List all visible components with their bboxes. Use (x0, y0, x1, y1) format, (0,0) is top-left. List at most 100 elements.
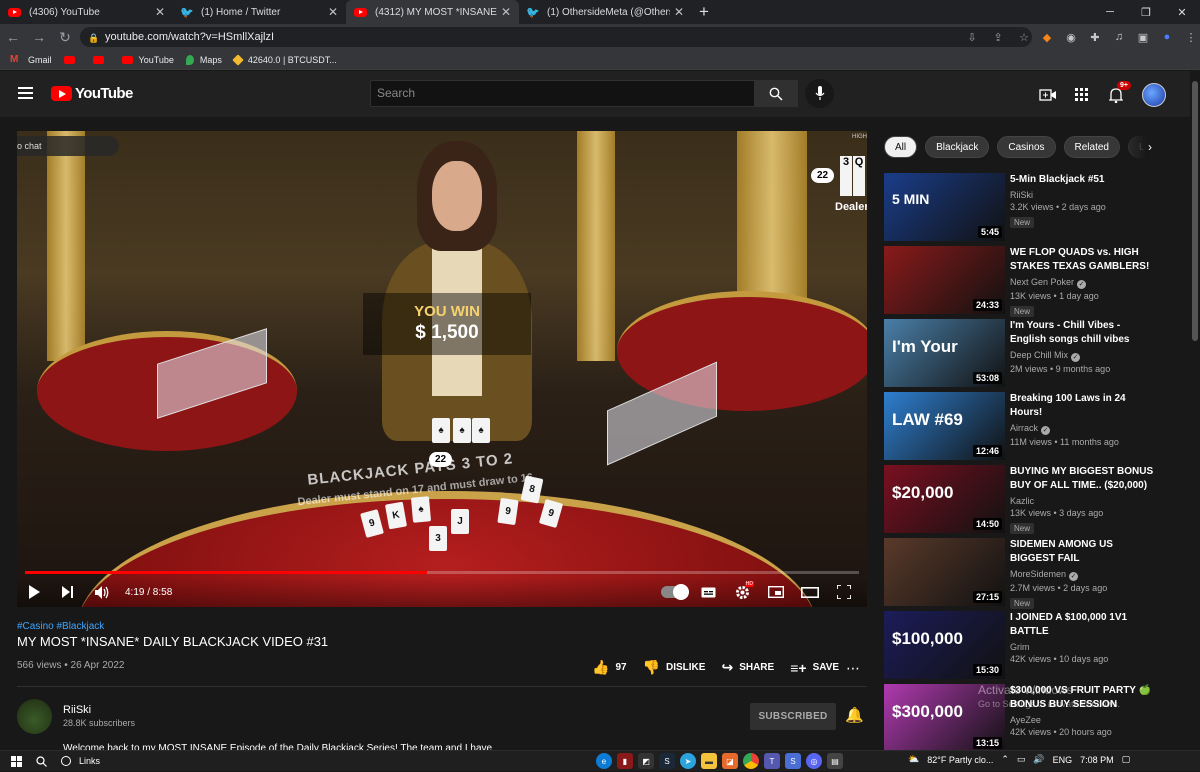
install-icon[interactable]: ⇩ (960, 27, 984, 47)
channel-name[interactable]: RiiSki (63, 704, 91, 716)
related-video[interactable]: LAW #69 12:46 Breaking 100 Laws in 24 Hour… (884, 392, 1154, 465)
video-player[interactable]: ♠ ♠ ♠ BLACKJACK PAYS 3 TO 2 Dealer must … (17, 131, 867, 607)
taskbar-search[interactable]: Links (36, 755, 100, 767)
video-hashtags[interactable]: #Casino #Blackjack (17, 621, 104, 632)
filter-chip[interactable]: Casinos (997, 136, 1056, 158)
menu-hamburger-icon[interactable] (18, 87, 33, 99)
related-video[interactable]: $20,000 14:50 BUYING MY BIGGEST BONUS BUY … (884, 465, 1154, 538)
like-button[interactable]: 👍 97 (592, 659, 627, 676)
chevron-right-icon[interactable]: › (1148, 140, 1152, 154)
page-scrollbar[interactable] (1190, 71, 1200, 750)
profile-avatar-icon[interactable]: ● (1156, 27, 1178, 47)
related-video-title[interactable]: SIDEMEN AMONG US BIGGEST FAIL (1010, 538, 1154, 566)
related-video[interactable]: $100,000 15:30 I JOINED A $100,000 1V1 BAT… (884, 611, 1154, 684)
video-thumbnail[interactable]: LAW #69 12:46 (884, 392, 1005, 460)
video-thumbnail[interactable]: $100,000 15:30 (884, 611, 1005, 679)
notifications-button[interactable]: 9+ (1104, 81, 1131, 106)
app-icon[interactable]: ◩ (638, 753, 654, 769)
tab-close-icon[interactable]: ✕ (674, 5, 684, 19)
video-thumbnail[interactable]: 24:33 (884, 246, 1005, 314)
related-video-channel[interactable]: Grim (1010, 642, 1154, 652)
browser-tab[interactable]: 🐦 (1) OthersideMeta (@OthersideM ✕ (519, 0, 692, 24)
filter-chip[interactable]: All (884, 136, 918, 158)
search-input[interactable]: Search (370, 80, 755, 107)
settings-button[interactable]: HD (725, 577, 759, 607)
fullscreen-button[interactable] (827, 577, 861, 607)
related-video[interactable]: 24:33 WE FLOP QUADS vs. HIGH STAKES TEXAS… (884, 246, 1154, 319)
app-icon[interactable]: ▤ (827, 753, 843, 769)
url-field[interactable]: 🔒 youtube.com/watch?v=HSmllXajlzI (80, 27, 1032, 47)
edge-icon[interactable]: e (596, 753, 612, 769)
filter-chip[interactable]: Blackjack (925, 136, 990, 158)
app-icon[interactable]: ▮ (617, 753, 633, 769)
related-video-title[interactable]: I'm Yours - Chill Vibes - English songs … (1010, 319, 1154, 347)
more-actions-icon[interactable]: ⋯ (846, 660, 861, 677)
tab-close-icon[interactable]: ✕ (155, 5, 165, 19)
bookmark-item[interactable] (63, 55, 81, 64)
related-video-channel[interactable]: AyeZee (1010, 715, 1154, 725)
related-video-channel[interactable]: Next Gen Poker ✓ (1010, 277, 1154, 289)
related-video[interactable]: 5 MIN 5:45 5-Min Blackjack #51 RiiSki 3.2K v… (884, 173, 1154, 246)
extension-circle-icon[interactable]: ◉ (1060, 27, 1082, 47)
tab-close-icon[interactable]: ✕ (328, 5, 338, 19)
weather-text[interactable]: 82°F Partly clo... (927, 755, 993, 765)
bookmark-star-icon[interactable]: ☆ (1012, 27, 1036, 47)
share-button[interactable]: ↪ SHARE (721, 659, 774, 676)
speaker-icon[interactable]: 🔊 (1033, 754, 1044, 765)
show-chat-button[interactable]: o chat (17, 136, 119, 156)
related-video-channel[interactable]: MoreSidemen ✓ (1010, 569, 1154, 581)
miniplayer-button[interactable] (759, 577, 793, 607)
bookmark-item[interactable]: YouTube (121, 55, 174, 65)
metamask-icon[interactable]: ◆ (1036, 27, 1058, 47)
browser-tab[interactable]: 🐦 (1) Home / Twitter ✕ (173, 0, 346, 24)
theater-mode-button[interactable] (793, 577, 827, 607)
taskbar-links[interactable]: Links (61, 756, 100, 766)
telegram-icon[interactable]: ➤ (680, 753, 696, 769)
play-button[interactable] (17, 577, 51, 607)
close-window-icon[interactable]: ✕ (1164, 0, 1200, 24)
tray-chevron-icon[interactable]: ⌃ (1001, 754, 1009, 765)
browser-tab[interactable]: (4312) MY MOST *INSANE* DAILY ✕ (346, 0, 519, 24)
media-control-icon[interactable]: ♫ (1108, 27, 1130, 47)
related-video-channel[interactable]: Deep Chill Mix ✓ (1010, 350, 1154, 362)
related-video-title[interactable]: I JOINED A $100,000 1V1 BATTLE (1010, 611, 1154, 639)
forward-icon[interactable]: → (26, 24, 52, 50)
search-button[interactable] (754, 80, 798, 107)
dislike-button[interactable]: 👎 DISLIKE (643, 659, 706, 676)
voice-search-button[interactable] (805, 79, 834, 108)
share-page-icon[interactable]: ⇪ (986, 27, 1010, 47)
teams-icon[interactable]: T (764, 753, 780, 769)
browser-menu-icon[interactable]: ⋮ (1180, 27, 1200, 47)
clock[interactable]: 7:08 PM (1080, 755, 1114, 765)
video-thumbnail[interactable]: I'm Your 53:08 (884, 319, 1005, 387)
filter-chip[interactable]: Related (1063, 136, 1120, 158)
side-panel-icon[interactable]: ▣ (1132, 27, 1154, 47)
chrome-icon[interactable] (743, 753, 759, 769)
related-video[interactable]: I'm Your 53:08 I'm Yours - Chill Vibes - E… (884, 319, 1154, 392)
next-button[interactable] (51, 577, 85, 607)
volume-button[interactable] (85, 577, 119, 607)
related-video-channel[interactable]: Kazlic (1010, 496, 1154, 506)
related-video-title[interactable]: WE FLOP QUADS vs. HIGH STAKES TEXAS GAMB… (1010, 246, 1154, 274)
network-icon[interactable]: ▭ (1017, 754, 1026, 765)
subtitles-button[interactable] (691, 577, 725, 607)
notification-bell-icon[interactable]: 🔔 (845, 706, 864, 724)
subscribed-button[interactable]: SUBSCRIBED (750, 703, 836, 730)
video-thumbnail[interactable]: 27:15 (884, 538, 1005, 606)
scrollbar-thumb[interactable] (1192, 81, 1198, 341)
app-icon[interactable]: S (785, 753, 801, 769)
bookmark-item[interactable]: Maps (185, 54, 222, 65)
notification-center-icon[interactable]: ▢ (1122, 754, 1131, 765)
channel-avatar[interactable] (17, 699, 52, 734)
restore-icon[interactable]: ❐ (1128, 0, 1164, 24)
related-video-channel[interactable]: RiiSki (1010, 190, 1154, 200)
back-icon[interactable]: ← (0, 24, 26, 50)
autoplay-toggle[interactable] (657, 577, 691, 607)
apps-grid-button[interactable] (1070, 84, 1094, 106)
discord-icon[interactable]: ◎ (806, 753, 822, 769)
browser-tab[interactable]: (4306) YouTube ✕ (0, 0, 173, 24)
related-video[interactable]: 27:15 SIDEMEN AMONG US BIGGEST FAIL MoreSi… (884, 538, 1154, 611)
video-thumbnail[interactable]: $20,000 14:50 (884, 465, 1005, 533)
windows-start-icon[interactable] (6, 751, 26, 772)
related-video-title[interactable]: BUYING MY BIGGEST BONUS BUY OF ALL TIME.… (1010, 465, 1154, 493)
